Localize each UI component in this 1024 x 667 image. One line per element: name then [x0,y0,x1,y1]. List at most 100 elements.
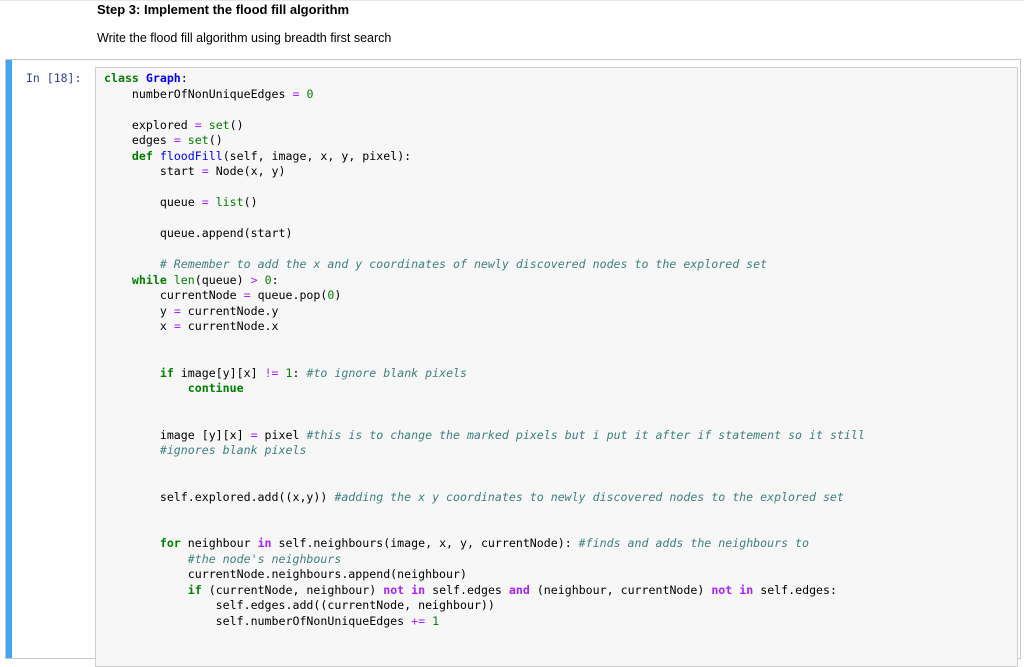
code-token: = [243,288,251,302]
code-token: self.explored.add((x,y)) [104,489,335,504]
code-token: 0 [264,272,272,287]
code-token: edges [104,133,174,147]
code-token: () [229,117,244,132]
markdown-cell[interactable]: Step 3: Implement the flood fill algorit… [86,0,1016,57]
code-line: queue = list() [104,195,258,211]
code-token: = [173,319,181,333]
code-line: while len(queue) > 0: [104,273,279,289]
code-token: self.edges: [753,582,837,597]
code-token: (self, image, x, y, pixel): [222,148,412,163]
code-token: in [411,582,426,597]
code-token: for [159,536,181,550]
code-token: 1 [432,613,440,628]
code-token: #to ignore blank pixels [306,365,468,380]
code-line: y = currentNode.y [104,304,279,320]
code-token: currentNode [104,288,244,302]
code-editor[interactable]: class Graph: numberOfNonUniqueEdges = 0 … [95,67,1018,667]
code-token: floodFill [159,148,223,163]
code-token: def [131,148,153,163]
code-line: currentNode = queue.pop(0) [104,288,342,304]
code-token: currentNode.y [180,303,279,318]
code-line: class Graph: [104,71,188,87]
code-token: (neighbour, currentNode) [529,582,712,597]
code-line: start = Node(x, y) [104,164,286,180]
code-token: != [264,365,279,380]
code-token: set [187,133,209,147]
code-token: continue [187,381,244,395]
step-heading: Step 3: Implement the flood fill algorit… [97,2,350,17]
code-token: (queue) [194,272,251,287]
code-token: pixel [257,427,307,442]
code-token: 0 [306,86,314,101]
code-token: #the node's neighbours [187,551,342,566]
code-token: if [187,582,202,597]
code-token: queue [104,195,202,209]
code-token: += [411,613,426,628]
code-token: currentNode.neighbours.append(neighbour) [104,567,467,581]
code-token: self.numberOfNonUniqueEdges [104,613,412,628]
code-token: numberOfNonUniqueEdges [104,86,293,101]
code-line: if (currentNode, neighbour) not in self.… [104,583,837,599]
code-token: explored [104,117,195,132]
code-line: currentNode.neighbours.append(neighbour) [104,567,467,583]
code-token: list [215,195,244,209]
code-line: for neighbour in self.neighbours(image, … [104,536,809,552]
code-token: image [y][x] [104,427,251,442]
code-line: if image[y][x] != 1: #to ignore blank pi… [104,366,467,382]
code-token: () [208,133,223,147]
code-line: x = currentNode.x [104,319,279,335]
code-token: and [508,582,530,597]
code-token: y [104,303,174,318]
code-token: in [257,536,272,550]
code-token: x [104,319,174,333]
code-token: self.neighbours(image, x, y, currentNode… [271,536,579,550]
code-token: not [383,582,405,597]
code-token: neighbour [180,536,258,550]
step-description: Write the flood fill algorithm using bre… [97,31,392,45]
code-token: image[y][x] [173,365,265,380]
code-token: while [131,272,167,287]
code-token: > [250,272,258,287]
code-token: #this is to change the marked pixels but… [306,427,865,442]
code-token: start [104,164,202,178]
code-token: 1 [285,365,293,380]
code-token: queue.append(start) [104,226,293,240]
code-line: self.explored.add((x,y)) #adding the x y… [104,490,844,506]
code-token: #finds and adds the neighbours to [578,536,810,550]
code-token: : [292,365,307,380]
code-token: in [739,582,754,597]
code-line: continue [104,381,244,397]
code-line: numberOfNonUniqueEdges = 0 [104,86,314,103]
code-token: len [173,272,195,287]
code-token: = [250,427,258,442]
code-line: def floodFill(self, image, x, y, pixel): [104,149,411,165]
code-token: ) [334,288,342,302]
code-token: = [194,117,202,132]
code-token: currentNode.x [180,319,279,333]
code-line: #ignores blank pixels [104,443,307,459]
code-token: not [711,582,733,597]
code-token: Node(x, y) [208,164,286,178]
code-token: = [201,195,209,209]
code-token: set [208,117,230,132]
code-token: Graph [145,71,181,85]
input-prompt: In [18]: [26,71,82,85]
code-token: : [180,71,188,85]
code-line: queue.append(start) [104,226,293,242]
code-cell[interactable]: In [18]: class Graph: numberOfNonUniqueE… [5,59,1021,667]
